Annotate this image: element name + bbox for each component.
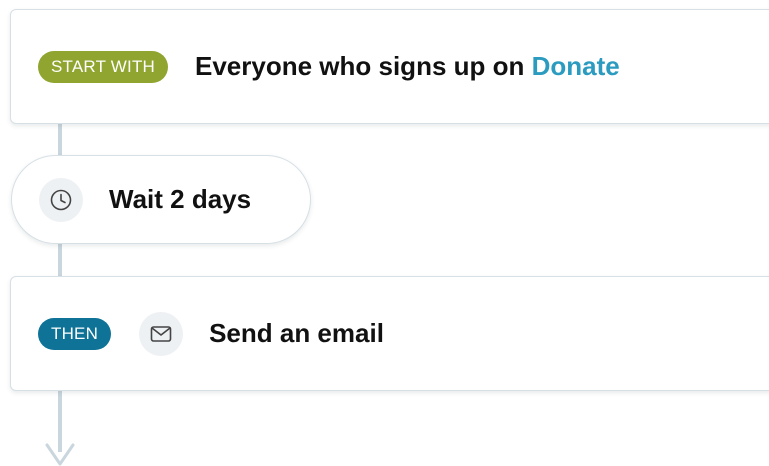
wait-step-pill[interactable]: Wait 2 days: [11, 155, 311, 244]
connector-line: [58, 243, 62, 276]
action-step-card[interactable]: THEN Send an email: [10, 276, 769, 391]
trigger-step-card[interactable]: START WITH Everyone who signs up on Dona…: [10, 9, 769, 124]
workflow-canvas: START WITH Everyone who signs up on Dona…: [0, 0, 769, 466]
start-with-badge: START WITH: [38, 50, 168, 83]
action-label: Send an email: [209, 318, 384, 348]
clock-icon: [39, 177, 83, 222]
trigger-title: Everyone who signs up on Donate: [195, 51, 620, 82]
connector-line: [58, 123, 62, 156]
then-badge: THEN: [38, 317, 112, 350]
envelope-icon: [139, 311, 184, 356]
trigger-title-text: Everyone who signs up on: [195, 51, 525, 81]
arrow-down-icon: [45, 443, 75, 466]
wait-label: Wait 2 days: [109, 184, 252, 214]
donate-link[interactable]: Donate: [532, 51, 620, 81]
